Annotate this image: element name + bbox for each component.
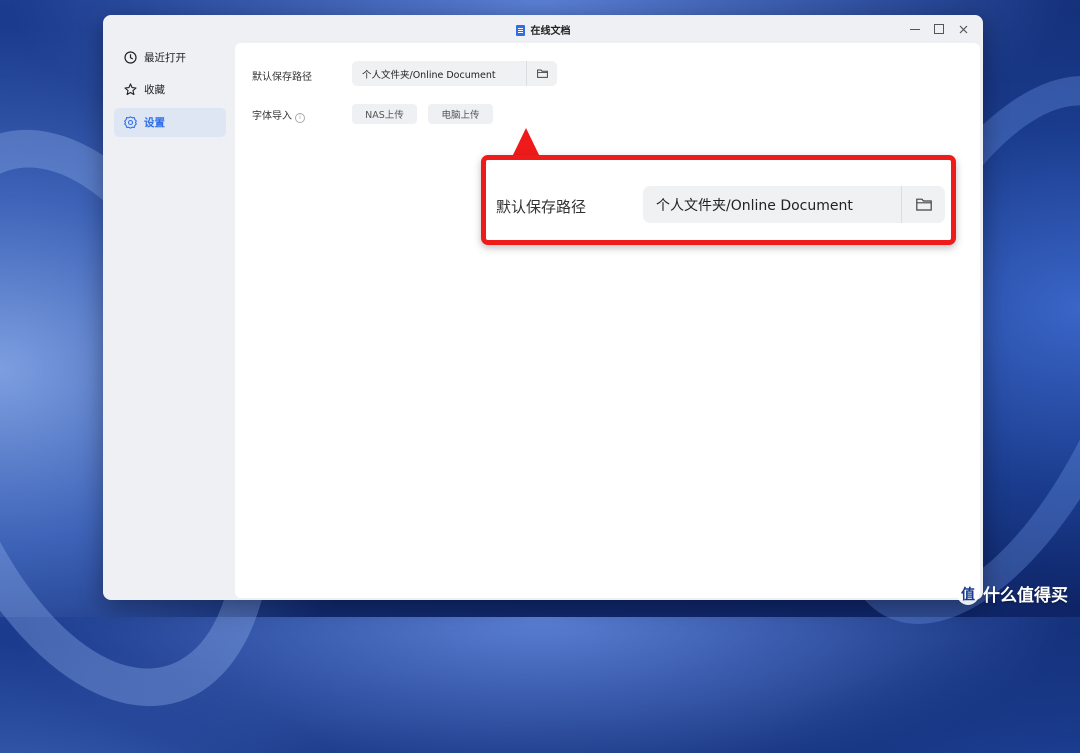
document-app-icon <box>515 25 525 36</box>
app-window: 在线文档 最近打开 收藏 设置 默认保存路径 个人文件夹/Online Docu… <box>103 15 983 600</box>
sidebar-item-settings[interactable]: 设置 <box>114 108 226 137</box>
callout-save-path-label: 默认保存路径 <box>496 198 587 216</box>
pc-upload-button[interactable]: 电脑上传 <box>428 104 493 124</box>
sidebar-item-label: 最近打开 <box>144 52 186 64</box>
minimize-icon <box>910 28 920 30</box>
folder-icon <box>915 198 932 211</box>
close-icon <box>959 25 967 33</box>
sidebar-item-recent[interactable]: 最近打开 <box>114 43 226 72</box>
watermark-text: 什么值得买 <box>983 586 1068 606</box>
maximize-icon <box>934 24 944 34</box>
clock-icon <box>123 51 137 65</box>
maximize-button[interactable] <box>929 19 949 39</box>
callout-save-path-field: 个人文件夹/Online Document <box>643 186 945 223</box>
save-path-field[interactable]: 个人文件夹/Online Document <box>352 61 557 86</box>
zoom-callout: 默认保存路径 个人文件夹/Online Document <box>481 155 956 245</box>
window-title: 在线文档 <box>530 26 571 37</box>
callout-folder-button <box>901 186 945 223</box>
callout-save-path-value: 个人文件夹/Online Document <box>656 198 853 214</box>
sidebar: 最近打开 收藏 设置 <box>103 43 234 600</box>
save-path-value: 个人文件夹/Online Document <box>362 70 496 81</box>
minimize-button[interactable] <box>905 19 925 39</box>
sidebar-item-label: 收藏 <box>144 84 165 96</box>
font-import-label: 字体导入 <box>252 111 292 122</box>
nas-upload-button[interactable]: NAS上传 <box>352 104 417 124</box>
watermark: 值 什么值得买 <box>957 581 1068 606</box>
title-bar: 在线文档 <box>103 15 983 43</box>
close-button[interactable] <box>953 19 973 39</box>
folder-icon <box>536 69 548 78</box>
gear-icon <box>123 116 137 130</box>
info-icon[interactable]: i <box>295 113 305 123</box>
watermark-logo-icon: 值 <box>957 582 979 605</box>
settings-panel: 默认保存路径 个人文件夹/Online Document 字体导入 i NAS上传… <box>235 43 980 598</box>
font-import-label-group: 字体导入 i <box>252 107 305 123</box>
browse-folder-button[interactable] <box>526 61 557 86</box>
sidebar-item-label: 设置 <box>144 117 165 129</box>
star-icon <box>123 83 137 97</box>
save-path-label: 默认保存路径 <box>252 72 312 83</box>
sidebar-item-favorites[interactable]: 收藏 <box>114 75 226 104</box>
window-title-group: 在线文档 <box>103 22 983 37</box>
